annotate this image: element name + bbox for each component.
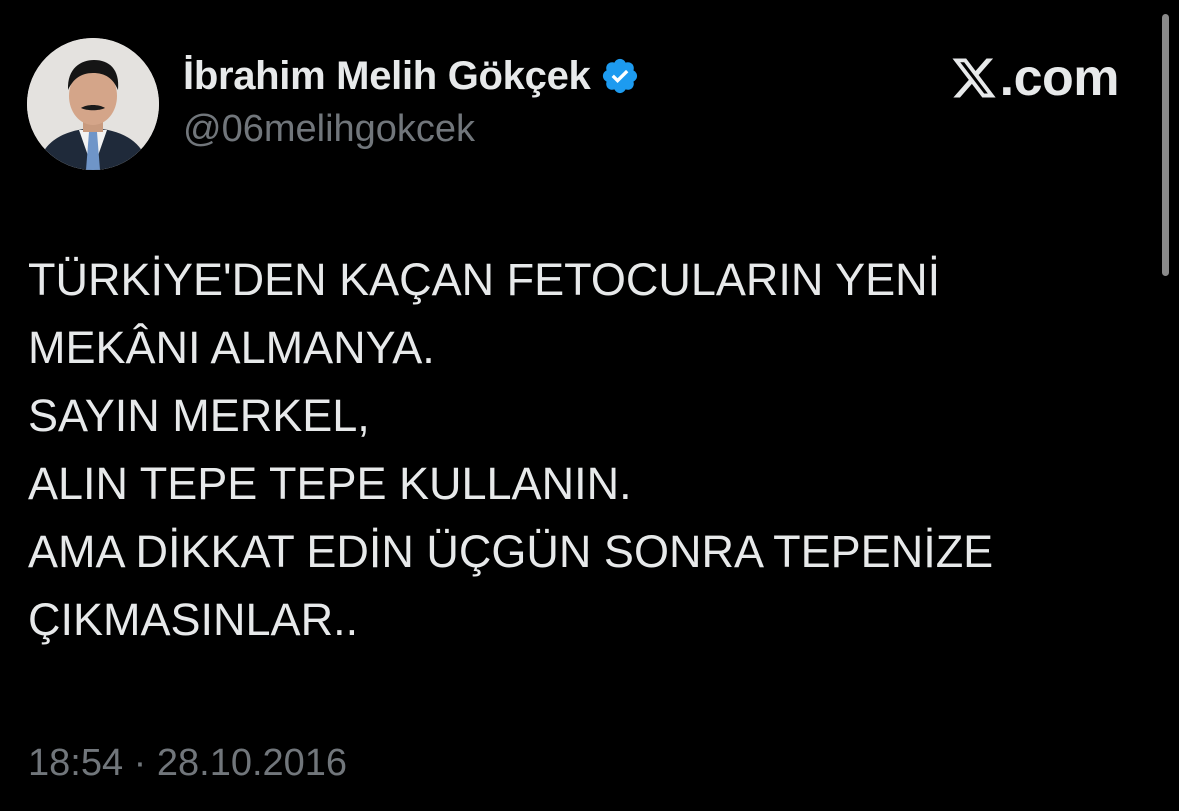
tweet-line: AMA DİKKAT EDİN ÜÇGÜN SONRA TEPENİZE xyxy=(28,526,994,577)
tweet-line: TÜRKİYE'DEN KAÇAN FETOCULARIN YENİ xyxy=(28,254,941,305)
x-logo-icon xyxy=(950,54,998,102)
scrollbar[interactable] xyxy=(1162,14,1169,276)
avatar[interactable] xyxy=(27,38,159,170)
author-name-row[interactable]: İbrahim Melih Gökçek xyxy=(183,50,640,102)
brand-domain-text: .com xyxy=(999,49,1120,107)
brand-watermark: .com xyxy=(950,48,1120,108)
author-handle[interactable]: @06melihgokcek xyxy=(183,108,475,151)
tweet-line: SAYIN MERKEL, xyxy=(28,390,370,441)
tweet-text: TÜRKİYE'DEN KAÇAN FETOCULARIN YENİ MEKÂN… xyxy=(28,246,1128,654)
tweet-timestamp[interactable]: 18:54 · 28.10.2016 xyxy=(28,742,347,785)
tweet-line: ÇIKMASINLAR.. xyxy=(28,594,359,645)
profile-photo xyxy=(27,38,159,170)
verified-badge-icon xyxy=(600,56,640,96)
tweet-line: ALIN TEPE TEPE KULLANIN. xyxy=(28,458,632,509)
author-display-name[interactable]: İbrahim Melih Gökçek xyxy=(183,54,591,99)
tweet-line: MEKÂNI ALMANYA. xyxy=(28,322,435,373)
